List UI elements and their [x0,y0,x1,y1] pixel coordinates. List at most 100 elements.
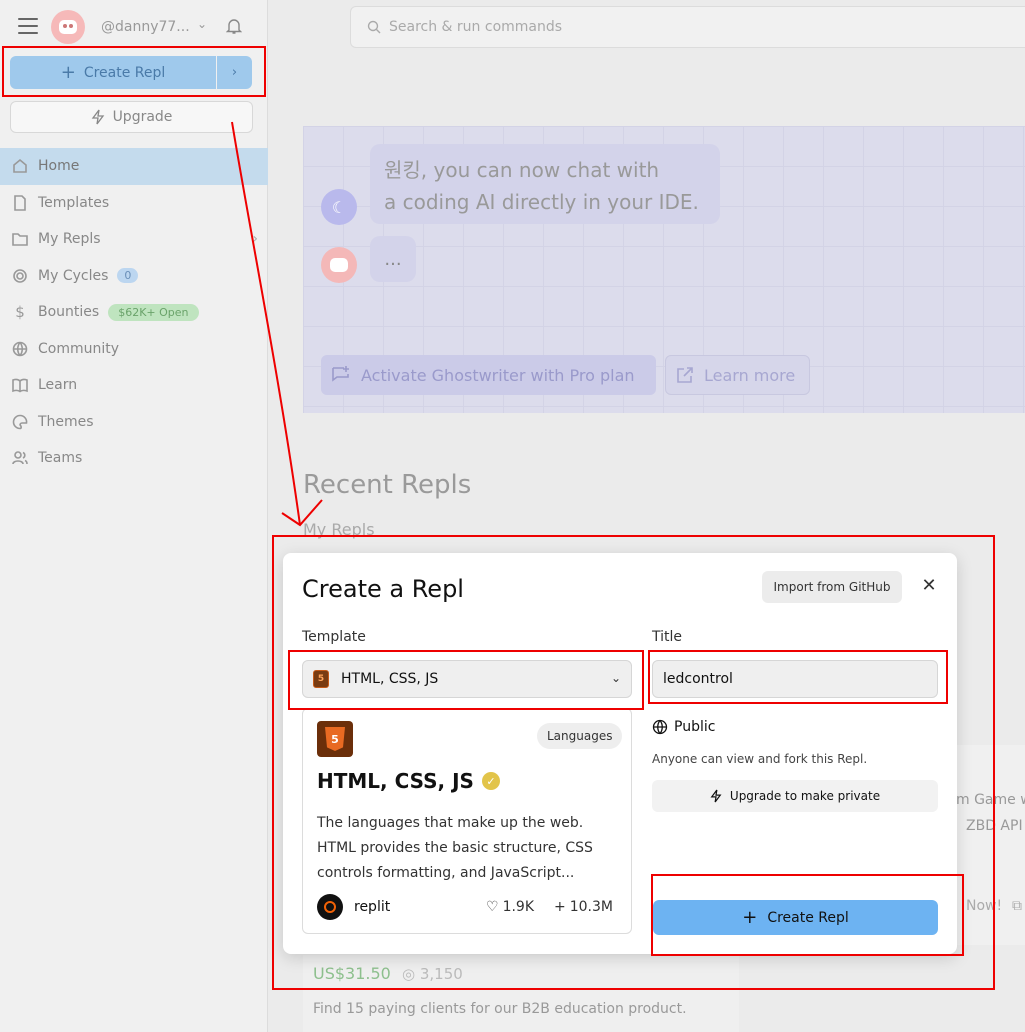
user-message-bubble: ... [370,236,416,282]
modal-title: Create a Repl [302,575,464,603]
sidebar-item-templates[interactable]: Templates [0,185,268,222]
ai-message-bubble: 원킹, you can now chat with a coding AI di… [370,144,720,224]
activate-ghostwriter-button[interactable]: Activate Ghostwriter with Pro plan [321,355,656,395]
chevron-down-icon: ⌄ [610,671,621,685]
languages-badge: Languages [537,723,623,749]
template-name: HTML, CSS, JS ✓ [317,769,500,793]
verified-icon: ✓ [481,772,500,790]
avatar[interactable] [51,10,85,44]
template-description: The languages that make up the web. HTML… [317,815,593,881]
bounty-cycles: ◎ 3,150 [402,965,463,983]
import-from-github-button[interactable]: Import from GitHub [762,571,902,603]
search-icon [367,20,381,34]
sidebar-item-bounties[interactable]: $ Bounties $62K+ Open [0,294,268,331]
external-link-icon [677,367,693,383]
globe-icon [652,719,668,735]
sidebar-item-teams[interactable]: Teams [0,440,268,477]
ghostwriter-avatar-icon: ☾ [321,189,357,225]
book-icon [11,376,29,394]
title-input[interactable] [652,660,938,698]
highlight-create-repl [2,46,266,97]
menu-icon[interactable] [18,18,38,34]
plus-icon: + [742,907,758,928]
template-select-value: HTML, CSS, JS [341,671,439,687]
learn-more-label: Learn more [704,365,796,385]
replit-logo-icon [317,894,343,920]
sidebar-item-label: Learn [38,377,78,394]
bell-icon[interactable] [226,17,242,35]
chevron-right-icon: › [252,231,258,248]
lightning-icon [91,109,104,125]
template-likes: ♡ 1.9K [486,899,534,915]
bounty-cycles-value: 3,150 [419,965,463,983]
palette-icon [11,413,29,431]
template-select[interactable]: 5 HTML, CSS, JS ⌄ [302,660,632,698]
sidebar-item-label: My Cycles [38,267,109,284]
dollar-icon: $ [15,303,25,322]
side-card-text-3: Now! [966,898,1003,914]
folder-icon [11,230,29,248]
title-label: Title [652,629,683,645]
heart-icon: ♡ [486,899,499,915]
lightning-icon [710,789,722,803]
bounty-description: Find 15 paying clients for our B2B educa… [313,1001,687,1017]
template-card[interactable]: 5 Languages HTML, CSS, JS ✓ The language… [302,708,632,934]
side-card-text-2: ZBD API [966,818,1023,834]
sidebar-nav: Home Templates My Repls › My Cycles 0 $ … [0,148,268,477]
likes-count: 1.9K [502,899,535,915]
globe-icon [11,340,29,358]
ai-message-line1: 원킹, you can now chat with [384,158,660,182]
username[interactable]: @danny77... [101,19,190,35]
template-icon [11,194,29,212]
create-repl-submit-label: Create Repl [767,909,849,926]
sidebar-item-community[interactable]: Community [0,331,268,368]
chat-plus-icon [332,366,349,382]
create-repl-modal: Create a Repl Import from GitHub ✕ Templ… [283,553,957,954]
bounty-price: US$31.50 [313,964,391,983]
visibility-label: Public [674,719,716,735]
template-owner: replit [354,899,391,915]
create-repl-submit-button[interactable]: + Create Repl [653,900,938,935]
upgrade-to-private-label: Upgrade to make private [729,789,881,803]
sidebar-item-themes[interactable]: Themes [0,404,268,441]
sidebar-item-label: Community [38,340,120,357]
template-forks: + 10.3M [554,899,613,915]
close-icon[interactable]: ✕ [915,571,943,599]
external-link-icon: ⧉ [1012,898,1022,914]
html-icon: 5 [313,670,329,688]
side-card-text-1: m Game w [956,792,1025,808]
forks-count: 10.3M [569,899,613,915]
html5-icon: 5 [317,721,353,757]
search-bar[interactable]: Search & run commands [350,6,1025,48]
sidebar-item-home[interactable]: Home [0,148,268,185]
plus-icon: + [554,899,566,915]
recent-repls-heading: Recent Repls [303,470,472,500]
cycles-icon [11,267,29,285]
bounties-badge: $62K+ Open [108,303,199,321]
upgrade-button[interactable]: Upgrade [10,101,253,133]
sidebar-header: @danny77... ⌄ [0,0,268,52]
ghostwriter-banner: ☾ 원킹, you can now chat with a coding AI … [303,126,1025,413]
chevron-down-icon[interactable]: ⌄ [197,17,207,31]
activate-ghostwriter-label: Activate Ghostwriter with Pro plan [361,365,635,385]
search-placeholder: Search & run commands [389,19,563,35]
sidebar-item-learn[interactable]: Learn [0,367,268,404]
sidebar-item-my-cycles[interactable]: My Cycles 0 [0,258,268,295]
my-repls-subheading[interactable]: My Repls [303,520,375,539]
sidebar-item-label: Teams [38,450,83,467]
sidebar-item-label: Themes [38,413,94,430]
template-label: Template [302,629,366,645]
upgrade-to-private-button[interactable]: Upgrade to make private [652,780,938,812]
sidebar-item-label: Home [38,158,80,175]
users-icon [11,449,29,467]
sidebar-item-label: My Repls [38,231,101,248]
sidebar-item-my-repls[interactable]: My Repls › [0,221,268,258]
ai-message-line2: a coding AI directly in your IDE. [384,190,699,214]
sidebar-item-label: Templates [38,194,110,211]
user-avatar [321,247,357,283]
home-icon [11,157,29,175]
learn-more-button[interactable]: Learn more [665,355,810,395]
cycles-badge: 0 [117,268,139,284]
template-name-text: HTML, CSS, JS [317,769,474,793]
visibility-row: Public [652,719,715,735]
